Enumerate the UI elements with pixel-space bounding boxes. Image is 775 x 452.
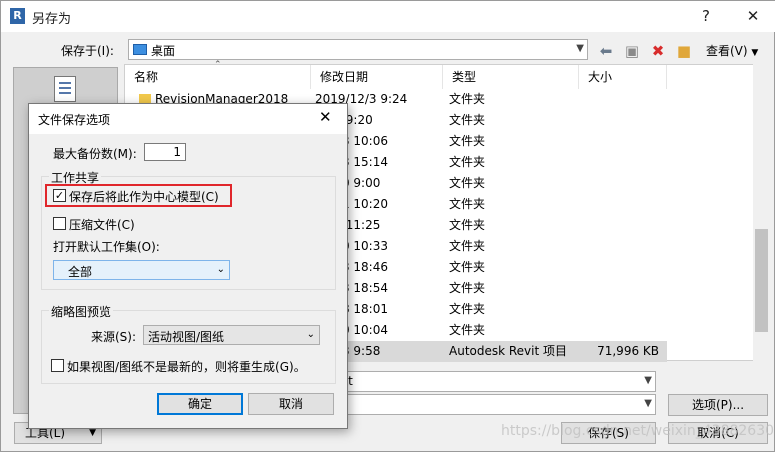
file-type: 文件夹 xyxy=(449,155,486,169)
column-header-size[interactable]: 大小 xyxy=(579,65,667,89)
delete-icon[interactable]: ✖ xyxy=(649,42,667,60)
file-type: Autodesk Revit 项目 xyxy=(449,344,568,358)
chevron-down-icon: ▼ xyxy=(644,375,652,386)
column-header-type[interactable]: 类型 xyxy=(443,65,579,89)
location-combo[interactable]: 桌面 ▼ xyxy=(128,39,588,60)
view-menu-label: 查看(V) xyxy=(706,44,748,58)
save-in-label: 保存于(I): xyxy=(61,44,114,58)
watermark-text: https://blog.csdn.net/weixin_43882630 xyxy=(501,423,775,439)
max-backups-input[interactable]: 1 xyxy=(144,143,186,161)
ok-button[interactable]: 确定 xyxy=(157,393,243,415)
chevron-down-icon: ▼ xyxy=(644,398,652,409)
max-backups-label: 最大备份数(M): xyxy=(53,147,137,161)
dialog-cancel-button[interactable]: 取消 xyxy=(248,393,334,415)
options-button[interactable]: 选项(P)... xyxy=(668,394,768,416)
view-menu-chevron-icon: ▼ xyxy=(751,48,759,58)
view-menu[interactable]: 查看(V) ▼ xyxy=(706,42,758,59)
scrollbar-thumb[interactable] xyxy=(755,229,768,332)
file-type: 文件夹 xyxy=(449,176,486,190)
revit-app-icon: R xyxy=(10,8,25,24)
column-header-date[interactable]: 修改日期 xyxy=(311,65,443,89)
chevron-down-icon: ▼ xyxy=(576,43,584,54)
column-header-name[interactable]: 名称 xyxy=(125,65,311,89)
file-type: 文件夹 xyxy=(449,92,486,106)
file-size: 71,996 KB xyxy=(597,344,659,358)
file-type: 文件夹 xyxy=(449,281,486,295)
file-type: 文件夹 xyxy=(449,260,486,274)
compress-label: 压缩文件(C) xyxy=(69,218,135,232)
desktop-icon xyxy=(133,44,147,55)
file-type: 文件夹 xyxy=(449,302,486,316)
location-value: 桌面 xyxy=(151,44,176,58)
file-type-select[interactable]: ▼ xyxy=(336,394,656,415)
document-icon[interactable] xyxy=(54,76,76,102)
file-type: 文件夹 xyxy=(449,323,486,337)
source-value: 活动视图/图纸 xyxy=(148,330,225,344)
title-bar: R 另存为 ? ✕ xyxy=(1,1,775,32)
file-type: 文件夹 xyxy=(449,218,486,232)
window-title: 另存为 xyxy=(32,12,72,27)
open-workset-value: 全部 xyxy=(68,265,93,279)
new-folder-icon[interactable]: ■ xyxy=(675,42,693,60)
regenerate-label: 如果视图/图纸不是最新的，则将重生成(G)。 xyxy=(67,360,306,374)
file-type: 文件夹 xyxy=(449,113,486,127)
compress-checkbox[interactable] xyxy=(53,217,66,230)
source-label: 来源(S): xyxy=(91,330,137,344)
file-type: 文件夹 xyxy=(449,197,486,211)
open-workset-select[interactable]: 全部 ⌄ xyxy=(53,260,230,280)
regenerate-checkbox[interactable] xyxy=(51,359,64,372)
dialog-title-bar: 文件保存选项 ✕ xyxy=(29,104,347,134)
close-button[interactable]: ✕ xyxy=(730,1,775,32)
source-select[interactable]: 活动视图/图纸 ⌄ xyxy=(143,325,320,345)
chevron-down-icon: ⌄ xyxy=(216,264,225,275)
thumbnail-group-label: 缩略图预览 xyxy=(49,303,114,320)
open-workset-label: 打开默认工作集(O): xyxy=(53,240,160,254)
make-central-checkbox[interactable]: ✓ xyxy=(53,189,66,202)
file-type: 文件夹 xyxy=(449,134,486,148)
dialog-title: 文件保存选项 xyxy=(38,113,111,127)
back-icon[interactable]: ⬅ xyxy=(597,42,615,60)
chevron-down-icon: ⌄ xyxy=(306,329,315,340)
filename-input[interactable]: vt ▼ xyxy=(336,371,656,392)
file-type: 文件夹 xyxy=(449,239,486,253)
help-button[interactable]: ? xyxy=(683,1,729,32)
file-save-options-dialog: 文件保存选项 ✕ 最大备份数(M): 1 工作共享 ✓ 保存后将此作为中心模型(… xyxy=(28,103,348,429)
up-folder-icon[interactable]: ▣ xyxy=(623,42,641,60)
make-central-label: 保存后将此作为中心模型(C) xyxy=(69,190,219,204)
dialog-close-icon[interactable]: ✕ xyxy=(319,108,332,126)
